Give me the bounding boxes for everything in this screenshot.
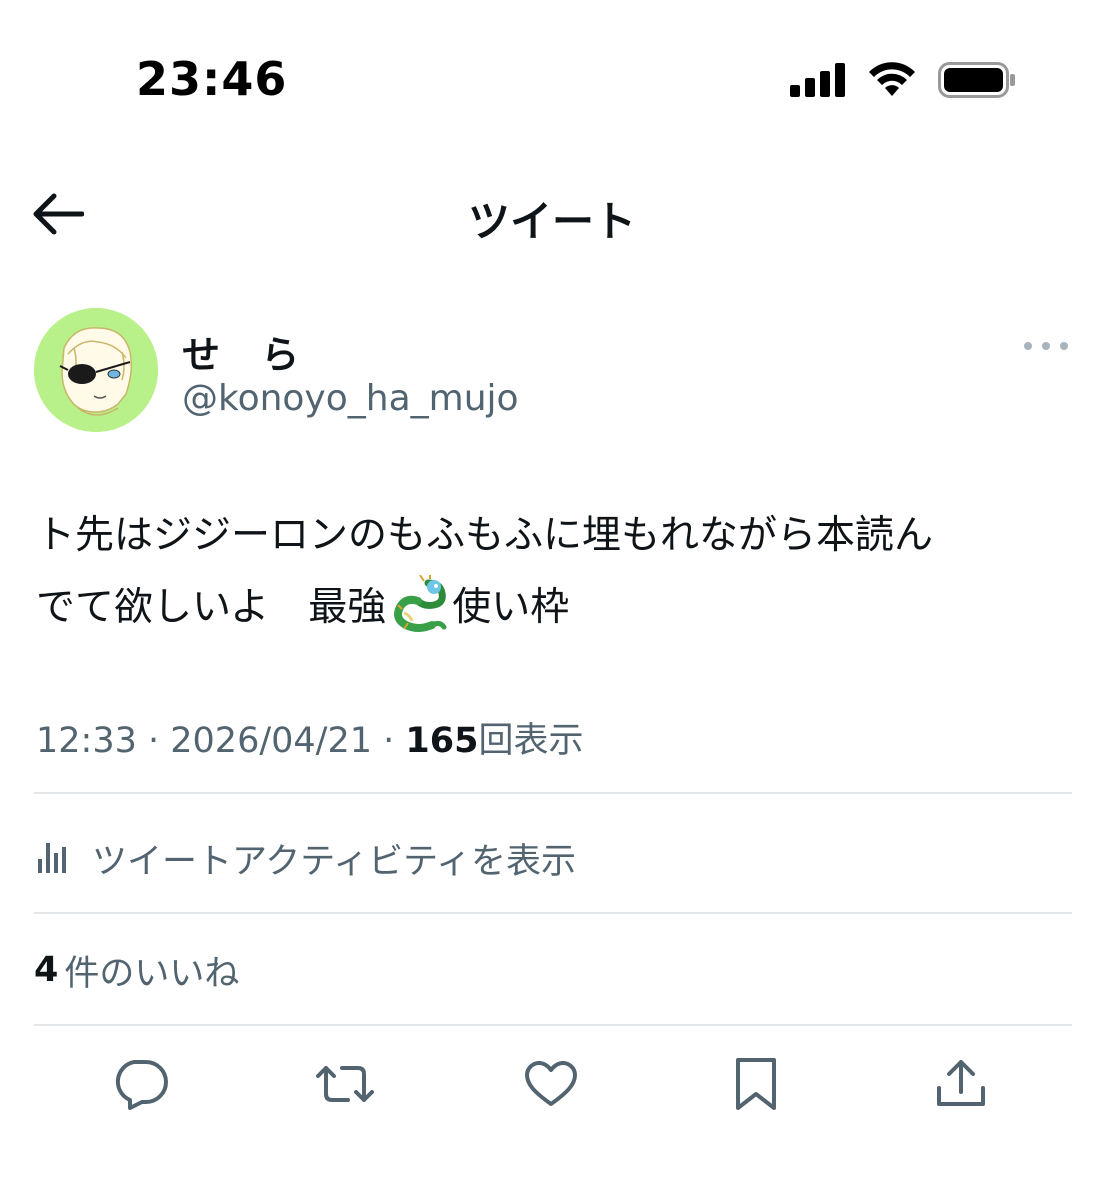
retweet-icon — [314, 1060, 376, 1112]
tweet-text-segment: でて欲しいよ 最強 — [36, 585, 387, 630]
display-name[interactable]: せ ら — [182, 324, 313, 379]
reply-icon — [112, 1058, 168, 1114]
divider — [34, 792, 1072, 794]
divider — [34, 1024, 1072, 1026]
bookmark-icon — [734, 1056, 778, 1116]
views-count: 165 — [405, 721, 479, 761]
avatar[interactable] — [34, 308, 158, 432]
status-icons — [790, 60, 1016, 104]
likes-count: 4 — [34, 950, 59, 990]
meta-separator: · — [372, 721, 406, 761]
dragon-emoji-icon — [388, 572, 450, 637]
tweet-author: せ ら @konoyo_ha_mujo — [34, 308, 1074, 438]
share-button[interactable] — [926, 1050, 996, 1122]
signal-icon — [790, 63, 846, 101]
page-title: ツイート — [467, 197, 636, 246]
tweet-text-line: ト先はジジーロンのもふもふに埋もれながら本読ん — [36, 513, 934, 558]
tweet-time[interactable]: 12:33 — [36, 721, 137, 761]
more-dot — [1042, 342, 1050, 350]
divider — [34, 912, 1072, 914]
like-button[interactable] — [516, 1050, 586, 1122]
tweet-activity-link[interactable]: ツイートアクティビティを表示 — [34, 810, 1072, 906]
wifi-icon — [868, 62, 916, 102]
meta-separator: · — [136, 721, 171, 761]
battery-icon — [938, 62, 1016, 102]
analytics-icon — [34, 837, 72, 879]
action-bar — [0, 1050, 1104, 1130]
more-options-button[interactable] — [1024, 334, 1068, 358]
likes-link[interactable]: 4 件のいいね — [34, 928, 239, 1012]
more-dot — [1060, 342, 1068, 350]
tweet-text: ト先はジジーロンのもふもふに埋もれながら本読ん でて欲しいよ 最強 使い枠 — [36, 500, 1076, 644]
tweet-meta: 12:33 · 2026/04/21 · 165回表示 — [36, 712, 583, 763]
tweet-text-line: でて欲しいよ 最強 使い枠 — [36, 572, 1076, 644]
views-label: 回表示 — [478, 721, 584, 761]
nav-bar: ツイート — [0, 170, 1104, 260]
tweet-text-segment: 使い枠 — [452, 585, 570, 630]
more-dot — [1024, 342, 1032, 350]
bookmark-button[interactable] — [721, 1050, 791, 1122]
retweet-button[interactable] — [310, 1050, 380, 1122]
reply-button[interactable] — [105, 1050, 175, 1122]
status-time: 23:46 — [136, 52, 288, 106]
username[interactable]: @konoyo_ha_mujo — [182, 378, 519, 419]
share-icon — [935, 1058, 987, 1114]
tweet-date[interactable]: 2026/04/21 — [170, 721, 372, 761]
activity-label: ツイートアクティビティを表示 — [92, 841, 577, 882]
avatar-illustration — [34, 308, 158, 432]
like-icon — [524, 1060, 578, 1112]
status-bar: 23:46 — [0, 0, 1104, 160]
likes-label: 件のいいね — [64, 953, 240, 994]
